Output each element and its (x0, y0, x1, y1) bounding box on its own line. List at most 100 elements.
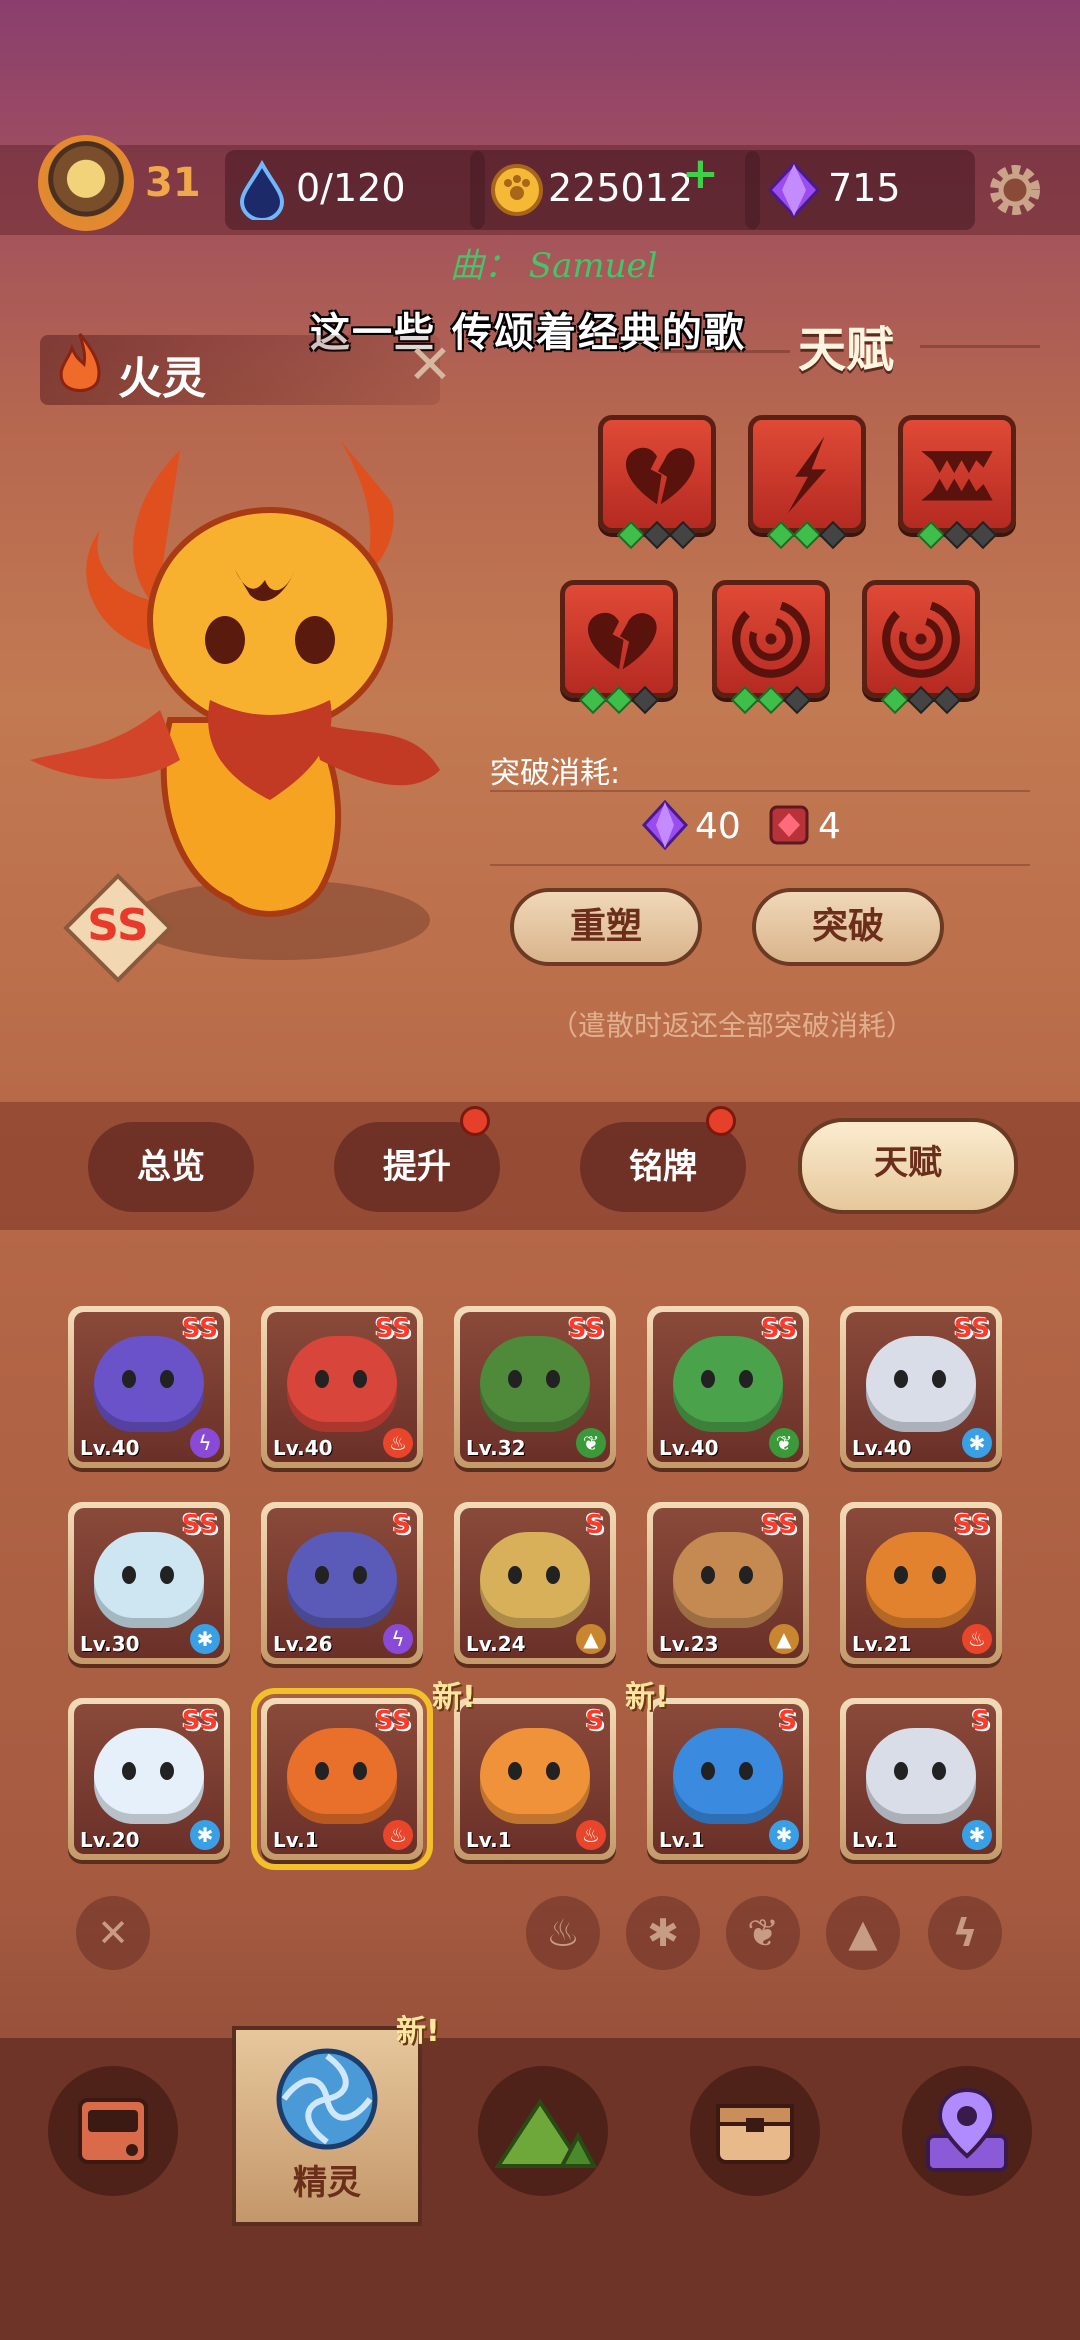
portrait-eye (932, 1370, 946, 1388)
spirit-card[interactable]: SS Lv.21 ♨ (840, 1502, 1002, 1664)
gem-cost-value: 40 (695, 806, 741, 847)
spirit-portrait (94, 1336, 204, 1432)
ice-filter-icon[interactable]: ✱ (626, 1896, 700, 1970)
spirit-card[interactable]: SS Lv.20 ✱ (68, 1698, 230, 1860)
ice-element-icon: ✱ (769, 1820, 799, 1850)
broken-heart-icon (560, 580, 678, 698)
cost-divider-bottom (490, 864, 1030, 866)
player-avatar[interactable] (38, 135, 134, 231)
spirit-level: Lv.30 (80, 1632, 140, 1656)
portrait-eye (739, 1762, 753, 1780)
earth-element-icon: ▲ (576, 1624, 606, 1654)
spirit-level: Lv.40 (80, 1436, 140, 1460)
gems-value: 715 (828, 166, 901, 210)
spirit-rank: S (585, 1510, 604, 1540)
lightning-element-icon: ϟ (383, 1624, 413, 1654)
swirl-icon (712, 580, 830, 698)
talent-slot[interactable] (862, 580, 980, 715)
talent-slot[interactable] (712, 580, 830, 715)
upgrade-notification-dot (460, 1106, 490, 1136)
talent-slot[interactable] (748, 415, 866, 550)
talent-title: 天赋 (798, 322, 895, 378)
spirit-card-frame: S Lv.26 ϟ (267, 1508, 417, 1658)
lightning-filter-icon[interactable]: ϟ (928, 1896, 1002, 1970)
spirit-portrait (94, 1728, 204, 1824)
spirit-level: Lv.1 (273, 1828, 319, 1852)
spirit-level: Lv.40 (273, 1436, 333, 1460)
spirit-card[interactable]: S Lv.1 ✱ (840, 1698, 1002, 1860)
spirit-portrait (866, 1532, 976, 1628)
chest-icon (716, 2104, 794, 2164)
spirit-rank: SS (181, 1706, 218, 1736)
spirit-rank: SS (374, 1706, 411, 1736)
leaf-element-icon: ❦ (576, 1428, 606, 1458)
spirit-level: Lv.20 (80, 1828, 140, 1852)
nav-map-button[interactable] (902, 2066, 1032, 2196)
breakthrough-button[interactable]: 突破 (752, 888, 944, 966)
spirit-card[interactable]: SS Lv.40 ♨ (261, 1306, 423, 1468)
fire-element-icon (59, 333, 101, 392)
spirit-card[interactable]: SS Lv.40 ϟ (68, 1306, 230, 1468)
tab-overview[interactable]: 总览 (88, 1122, 254, 1212)
portrait-eye (160, 1762, 174, 1780)
nav-explore-button[interactable] (478, 2066, 608, 2196)
portrait-eye (932, 1566, 946, 1584)
gem-icon (767, 161, 821, 219)
leaf-filter-icon[interactable]: ❦ (726, 1896, 800, 1970)
spirit-card[interactable]: SS Lv.1 ♨ (251, 1688, 433, 1870)
spirit-card[interactable]: SS Lv.23 ▲ (647, 1502, 809, 1664)
portrait-eye (546, 1370, 560, 1388)
fire-element-icon: ♨ (962, 1624, 992, 1654)
music-credit: 曲： Samuel (450, 246, 658, 286)
talent-slot[interactable] (598, 415, 716, 550)
settings-gear-icon[interactable] (985, 160, 1045, 220)
crystal-item-icon (769, 805, 809, 845)
shop-icon (78, 2098, 148, 2164)
player-level: 31 (145, 160, 201, 206)
portrait-eye (160, 1370, 174, 1388)
portrait-eye (315, 1566, 329, 1584)
spirit-card[interactable]: SS Lv.30 ✱ (68, 1502, 230, 1664)
portrait-eye (546, 1566, 560, 1584)
portrait-eye (546, 1762, 560, 1780)
earth-element-icon: ▲ (769, 1624, 799, 1654)
spirit-card[interactable]: S Lv.26 ϟ (261, 1502, 423, 1664)
spirit-portrait (287, 1532, 397, 1628)
spirit-card[interactable]: SS Lv.40 ✱ (840, 1306, 1002, 1468)
cost-divider-top (490, 790, 1030, 792)
fire-element-icon: ♨ (576, 1820, 606, 1850)
new-tag: 新! (625, 1680, 669, 1715)
spirit-level: Lv.23 (659, 1632, 719, 1656)
nav-bag-button[interactable] (690, 2066, 820, 2196)
talent-slot[interactable] (560, 580, 678, 715)
spirit-level: Lv.1 (659, 1828, 705, 1852)
ice-element-icon: ✱ (190, 1624, 220, 1654)
spirit-portrait (673, 1336, 783, 1432)
spirit-card-frame: SS Lv.1 ♨ (267, 1704, 417, 1854)
reshape-button[interactable]: 重塑 (510, 888, 702, 966)
spirit-card[interactable]: S Lv.1 ♨ (454, 1698, 616, 1860)
portrait-eye (739, 1566, 753, 1584)
spirit-portrait (480, 1336, 590, 1432)
close-icon[interactable]: ✕ (405, 338, 455, 392)
earth-filter-icon[interactable]: ▲ (826, 1896, 900, 1970)
nav-spirits-label: 精灵 (293, 2163, 361, 2203)
add-coins-icon[interactable]: + (682, 148, 719, 199)
talent-slot[interactable] (898, 415, 1016, 550)
portrait-eye (315, 1762, 329, 1780)
stamina-value: 0/120 (296, 166, 406, 210)
spirit-rank: SS (181, 1314, 218, 1344)
tab-talent[interactable]: 天赋 (798, 1118, 1018, 1214)
nav-shop-button[interactable] (48, 2066, 178, 2196)
clear-filter-icon[interactable]: ✕ (76, 1896, 150, 1970)
spirit-card[interactable]: SS Lv.32 ❦ (454, 1306, 616, 1468)
ice-element-icon: ✱ (190, 1820, 220, 1850)
ice-element-icon: ✱ (962, 1428, 992, 1458)
spirit-portrait (673, 1532, 783, 1628)
fire-filter-icon[interactable]: ♨ (526, 1896, 600, 1970)
spirit-level: Lv.21 (852, 1632, 912, 1656)
fire-element-icon: ♨ (383, 1820, 413, 1850)
spirit-card[interactable]: SS Lv.40 ❦ (647, 1306, 809, 1468)
spirit-card[interactable]: S Lv.24 ▲ (454, 1502, 616, 1664)
spirit-card[interactable]: S Lv.1 ✱ (647, 1698, 809, 1860)
